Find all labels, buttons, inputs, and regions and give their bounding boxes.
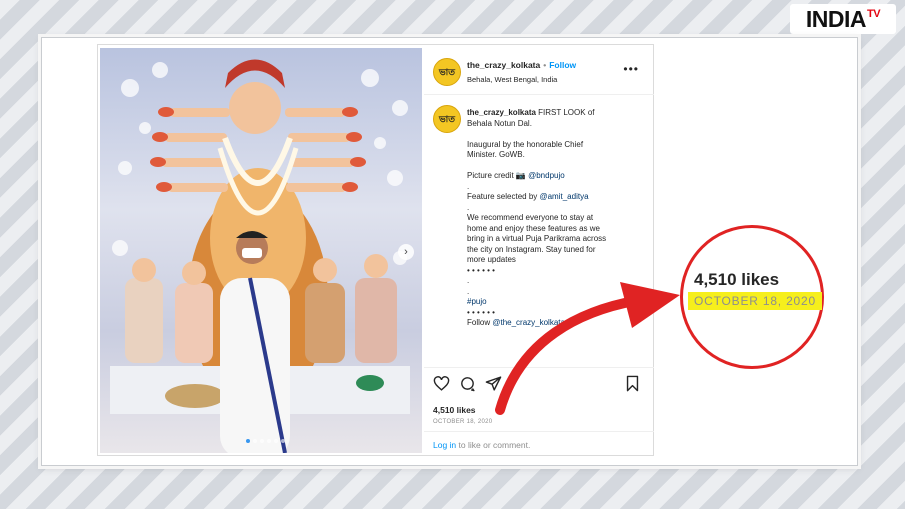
caption-text: . [467, 181, 470, 191]
username-link[interactable]: the_crazy_kolkata [467, 60, 540, 70]
follow-button[interactable]: Follow [549, 60, 576, 70]
caption-text: • • • • • • [467, 265, 495, 275]
comment-icon[interactable] [459, 375, 476, 392]
post-actions: 4,510 likes OCTOBER 18, 2020 Log in to l… [424, 367, 654, 455]
post-header: ভাত the_crazy_kolkata • Follow Behala, Wes… [424, 45, 654, 95]
location-link[interactable]: Behala, West Bengal, India [467, 75, 557, 84]
caption-text: . [467, 286, 470, 296]
carousel-dot [267, 439, 271, 443]
share-icon[interactable] [485, 375, 502, 392]
caption-text: Behala Notun Dal. [467, 118, 532, 128]
zoomed-likes: 4,510 likes [694, 270, 780, 289]
mention-link[interactable]: @amit_aditya [539, 192, 588, 201]
heart-icon[interactable] [433, 375, 450, 392]
caption-area: ভাত the_crazy_kolkata FIRST LOOK of Beha… [424, 96, 654, 366]
caption-text: FIRST LOOK of [538, 108, 595, 117]
caption-text: the city on Instagram. Stay tuned for [467, 244, 596, 254]
caption-avatar[interactable]: ভাত [433, 105, 461, 133]
zoomed-date: OCTOBER 18, 2020 [688, 292, 822, 310]
carousel-indicator [246, 439, 285, 443]
caption-text: Feature selected by [467, 192, 540, 201]
durga-idol-image [110, 59, 410, 453]
carousel-dot [246, 439, 250, 443]
caption-text: more updates [467, 255, 516, 264]
caption-text: • • • • • • [467, 307, 495, 317]
post-date[interactable]: OCTOBER 18, 2020 [433, 419, 492, 425]
post-username-row: the_crazy_kolkata • Follow [467, 60, 576, 70]
mention-link[interactable]: @the_crazy_kolkata [492, 318, 565, 327]
carousel-dot [253, 439, 257, 443]
likes-count[interactable]: 4,510 likes [433, 405, 476, 415]
carousel-dot [281, 439, 285, 443]
next-slide-button[interactable]: › [398, 244, 414, 260]
caption-text: . [467, 202, 470, 212]
carousel-dot [260, 439, 264, 443]
hashtag-link[interactable]: #pujo [467, 297, 637, 308]
separator: • [543, 60, 547, 70]
caption-text: We recommend everyone to stay at [467, 213, 594, 222]
login-prompt-text: to like or comment. [456, 440, 531, 450]
carousel-dot [274, 439, 278, 443]
caption-username[interactable]: the_crazy_kolkata [467, 108, 536, 117]
indiatv-logo: INDIA TV [790, 4, 896, 34]
post-sidebar: ভাত the_crazy_kolkata • Follow Behala, Wes… [424, 45, 654, 455]
logo-tv: TV [867, 8, 881, 20]
instagram-post: › ভাত the_crazy_kolkata • Follow Behala, W… [97, 44, 654, 456]
caption-text: Follow [467, 318, 493, 327]
bookmark-icon[interactable] [624, 375, 641, 392]
caption-text: Picture credit 📷 [467, 171, 529, 180]
login-prompt: Log in to like or comment. [424, 431, 654, 456]
caption-text: home and enjoy these features as we [467, 223, 600, 233]
login-link[interactable]: Log in [433, 440, 456, 450]
caption-text: Minister. GoWB. [467, 150, 525, 159]
avatar[interactable]: ভাত [433, 58, 461, 86]
caption-text: bring in a virtual Puja Parikrama across [467, 234, 607, 243]
post-caption: the_crazy_kolkata FIRST LOOK of Behala N… [467, 108, 637, 329]
mention-link[interactable]: @bndpujo [528, 171, 565, 180]
caption-text: . [467, 276, 470, 285]
caption-text: Inaugural by the honorable Chief [467, 139, 584, 149]
logo-text: INDIA [805, 5, 867, 32]
more-options-icon[interactable]: ••• [623, 62, 639, 76]
post-photo[interactable]: › [100, 48, 422, 453]
